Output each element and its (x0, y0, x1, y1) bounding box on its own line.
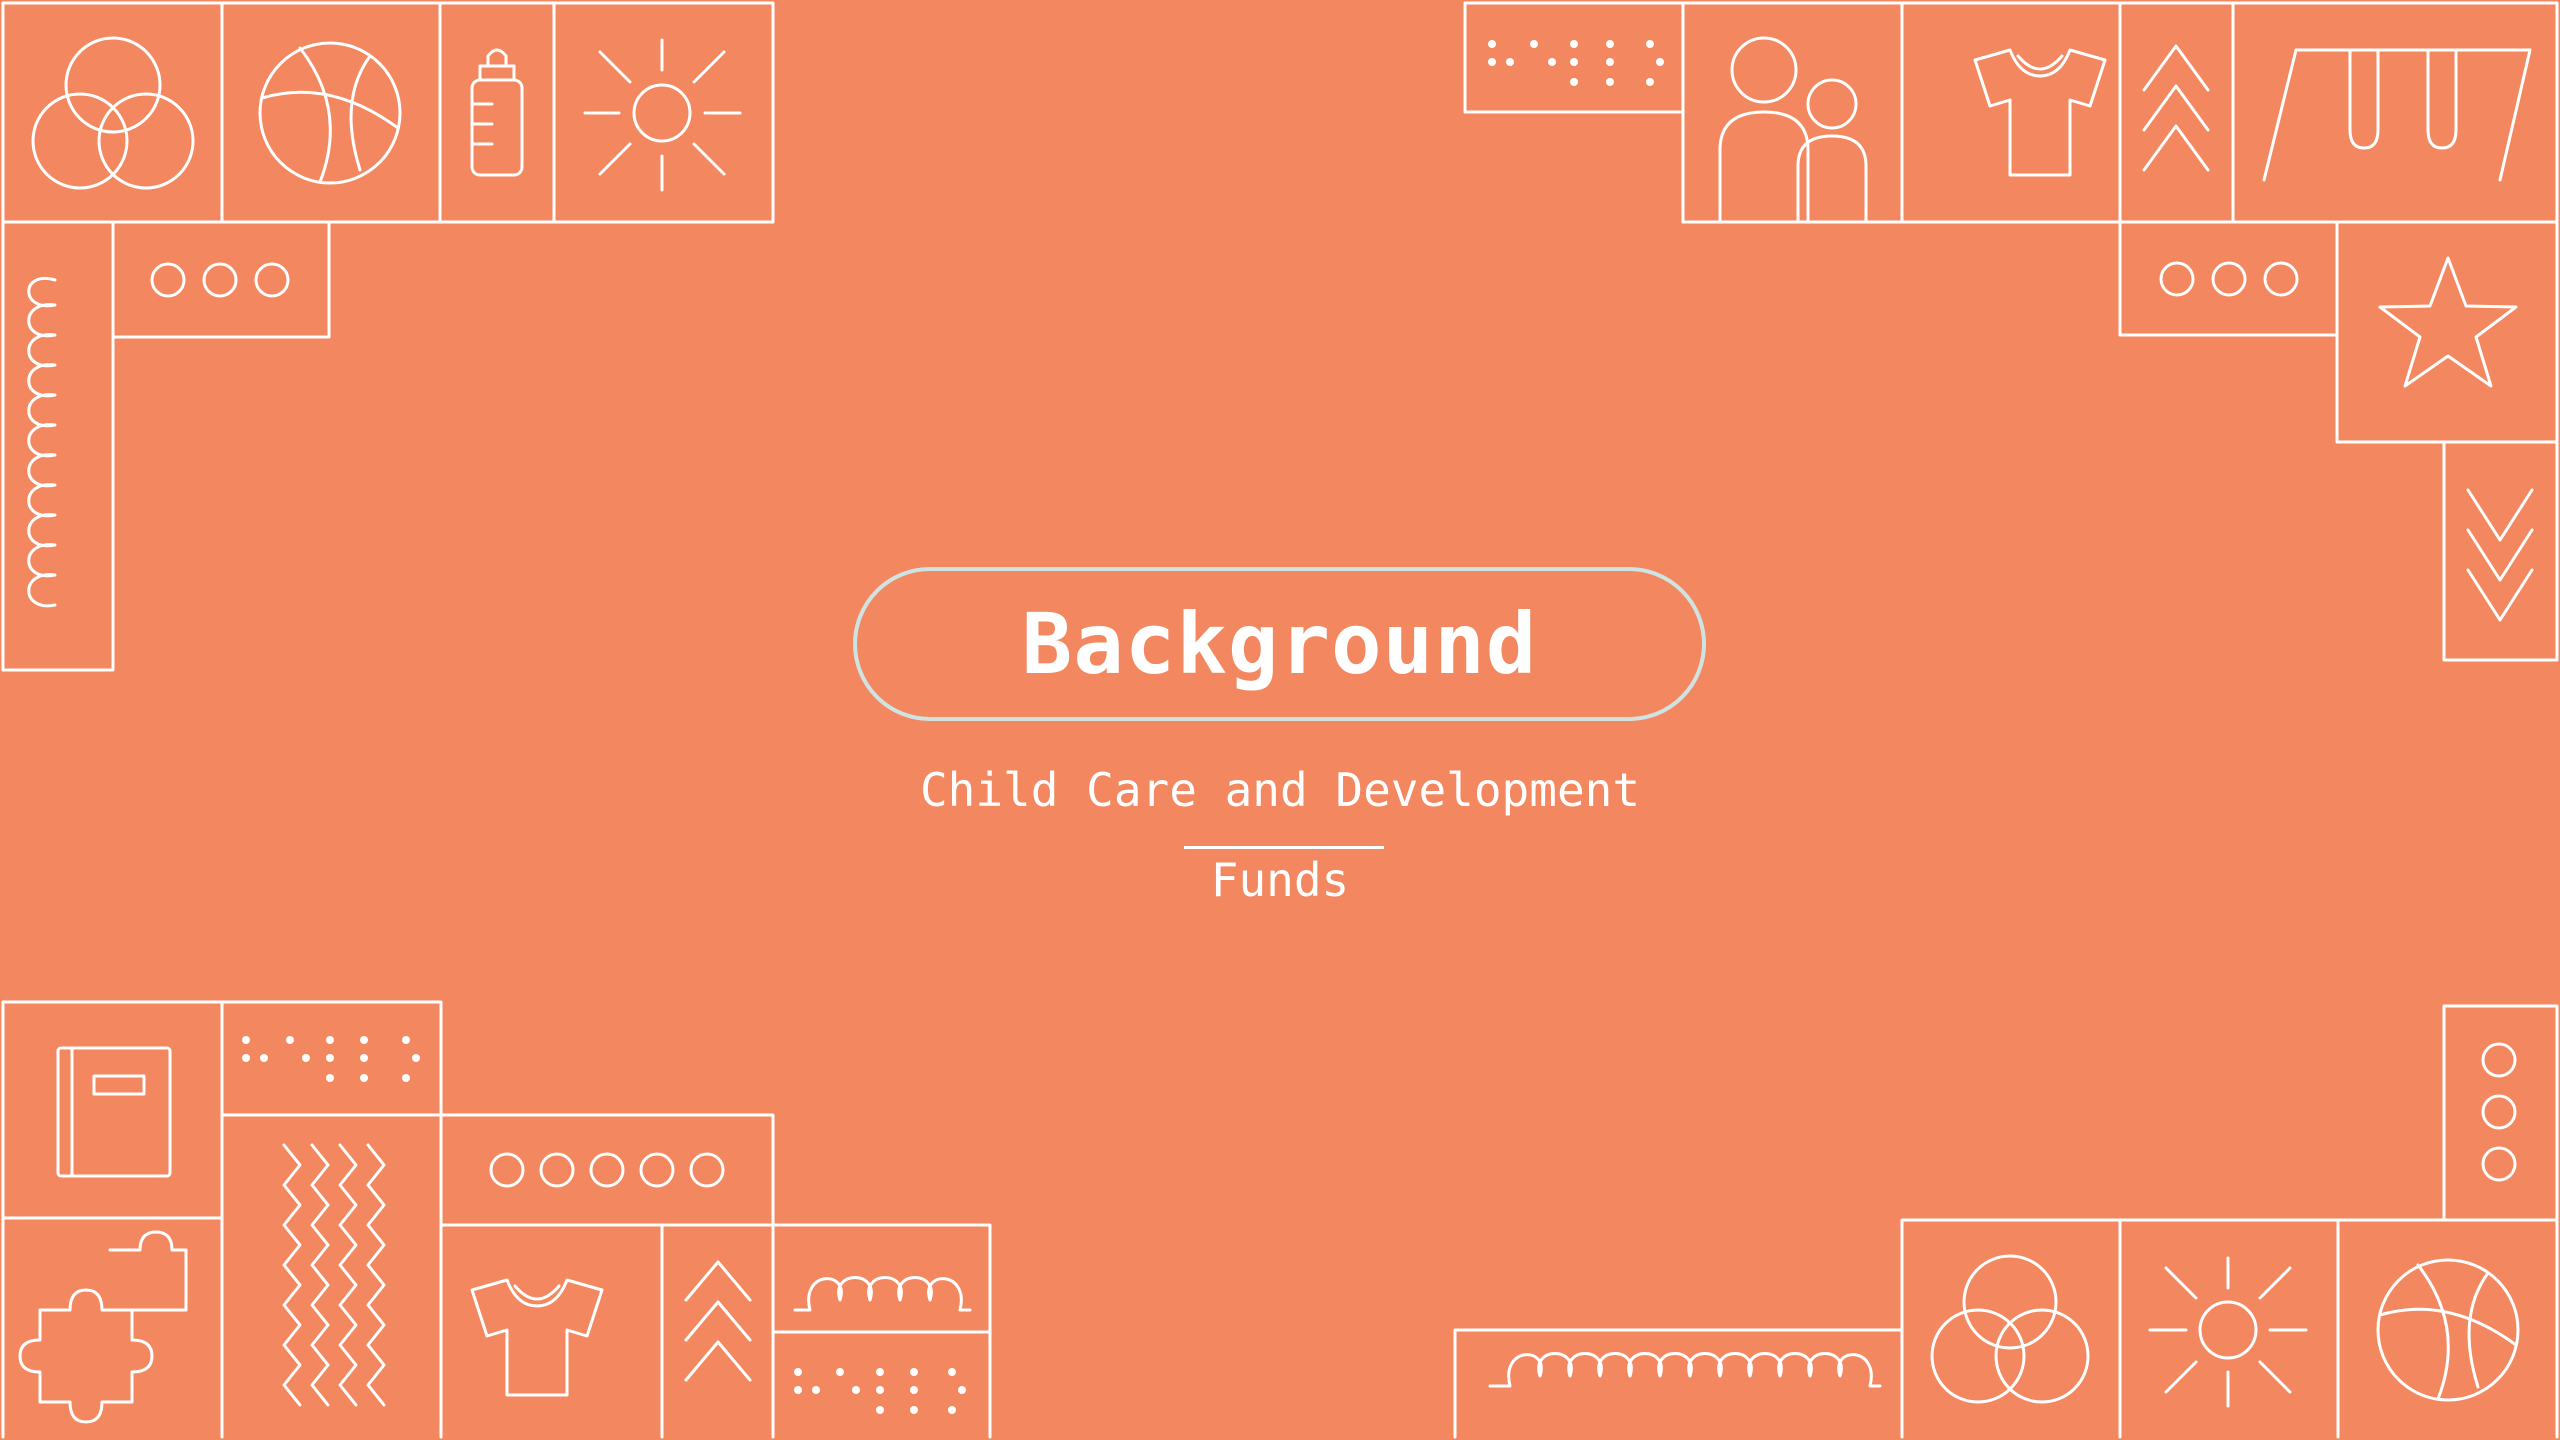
circles-row-icon (2159, 261, 2299, 297)
circles-row-icon (150, 262, 290, 298)
sun-icon (583, 38, 742, 192)
dots-pattern-icon (1488, 40, 1664, 86)
swing-set-icon (2262, 48, 2532, 182)
chevron-up-icon (684, 1260, 752, 1382)
ball-icon (258, 41, 402, 185)
star-icon (2378, 256, 2518, 388)
title-pill: Background (853, 567, 1706, 721)
shirt-icon (1973, 48, 2107, 177)
dots-pattern-icon (794, 1368, 966, 1414)
slide-subtitle-line-2: Funds (1210, 853, 1350, 907)
loops-icon (27, 276, 57, 608)
loops-icon (793, 1276, 972, 1312)
slide-title: Background (1021, 595, 1538, 693)
venn-circles-icon (31, 36, 195, 190)
slide: Background Child Care and Development Fu… (0, 0, 2560, 1440)
ball-icon (2376, 1258, 2520, 1402)
people-icon (1718, 36, 1868, 222)
sun-icon (2148, 1256, 2308, 1408)
circles-row-icon (489, 1152, 725, 1188)
zigzag-icon (282, 1143, 386, 1407)
baby-bottle-icon (470, 48, 524, 177)
venn-circles-icon (1930, 1254, 2090, 1404)
chevron-down-icon (2466, 488, 2534, 622)
puzzle-icon (18, 1230, 188, 1424)
chevron-up-icon (2142, 44, 2210, 172)
shirt-icon (470, 1278, 604, 1397)
slide-subtitle-line-1: Child Care and Development (919, 763, 1641, 817)
dots-pattern-icon (242, 1036, 420, 1082)
circles-column-icon (2481, 1042, 2517, 1182)
book-icon (56, 1046, 172, 1178)
loops-icon (1488, 1352, 1882, 1388)
subtitle-divider (1184, 846, 1384, 849)
